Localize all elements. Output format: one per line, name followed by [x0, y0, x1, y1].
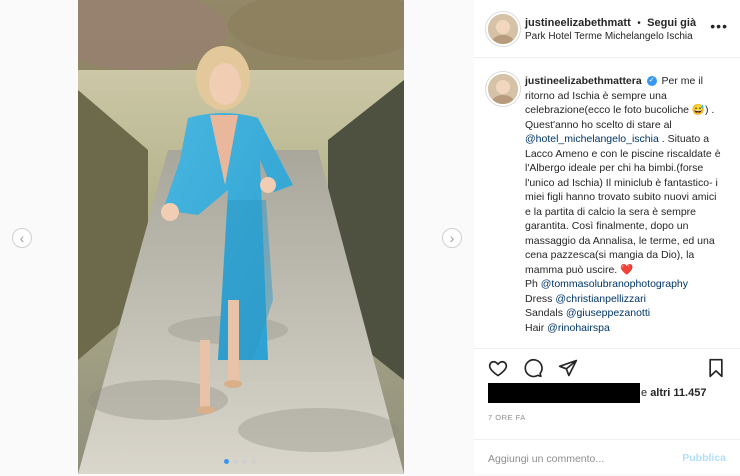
credit-label: Dress [525, 292, 556, 305]
mention-link[interactable]: @rinohairspa [547, 322, 610, 334]
post-header: justineelizabethmatt • Segui già Park Ho… [474, 0, 740, 58]
carousel-next-button[interactable]: › [442, 228, 462, 248]
avatar[interactable] [486, 12, 520, 46]
instagram-post: ‹ › justineelizabethmatt • Segui già Par… [0, 0, 740, 474]
comment-button[interactable] [523, 358, 543, 383]
carousel-dot [251, 459, 256, 464]
bookmark-icon [709, 358, 723, 378]
media-panel: ‹ › [0, 0, 475, 474]
mention-link[interactable]: @hotel_michelangelo_ischia [525, 133, 659, 145]
chevron-right-icon: › [449, 230, 455, 246]
likes-count[interactable]: e altri 11.457 [641, 387, 706, 399]
post-timestamp[interactable]: 7 ORE FA [488, 413, 526, 422]
carousel-dot [224, 459, 229, 464]
redacted-likers [488, 383, 640, 403]
comment-input[interactable] [486, 449, 680, 469]
likes-number: altri 11.457 [650, 387, 707, 399]
mention-link[interactable]: @christianpellizzari [555, 293, 646, 305]
mention-link[interactable]: @tommasolubranophotography [541, 278, 688, 290]
verified-badge-icon: ✓ [646, 76, 657, 87]
caption-avatar[interactable] [486, 72, 520, 106]
credit-label: Ph [525, 278, 541, 290]
mention-link[interactable]: @giuseppezanotti [566, 307, 650, 319]
comments-section: justineelizabethmattera ✓ Per me il rito… [474, 58, 740, 348]
likes-prefix: e [641, 387, 648, 399]
more-options-button[interactable]: ••• [710, 18, 728, 34]
carousel-dot [242, 459, 247, 464]
comment-form: Pubblica [474, 439, 740, 476]
like-button[interactable] [488, 358, 508, 383]
avatar-image [488, 14, 518, 44]
header-separator: • [637, 18, 641, 29]
credit-label: Hair [525, 321, 548, 334]
header-username[interactable]: justineelizabethmatt [525, 17, 631, 29]
heart-icon [488, 360, 508, 377]
chevron-left-icon: ‹ [19, 230, 25, 246]
follow-button[interactable]: Segui già [647, 17, 696, 29]
post-actions: e altri 11.457 7 ORE FA Pubblica [474, 348, 740, 475]
post-photo[interactable] [78, 0, 404, 474]
save-button[interactable] [706, 358, 726, 383]
caption-username[interactable]: justineelizabethmattera [525, 75, 642, 87]
photo-illustration [78, 0, 404, 474]
avatar-image [488, 74, 518, 104]
comment-bubble-icon [524, 358, 543, 378]
ellipsis-icon: ••• [710, 18, 728, 34]
credit-label: Sandals [525, 307, 566, 319]
carousel-dot [233, 459, 238, 464]
post-sidebar: justineelizabethmatt • Segui già Park Ho… [474, 0, 740, 474]
caption-text: justineelizabethmattera ✓ Per me il rito… [525, 74, 725, 335]
publish-button[interactable]: Pubblica [682, 452, 726, 464]
carousel-prev-button[interactable]: ‹ [12, 228, 32, 248]
location-link[interactable]: Park Hotel Terme Michelangelo Ischia [525, 31, 693, 42]
share-button[interactable] [558, 358, 578, 383]
paper-plane-icon [558, 359, 578, 377]
header-title-row: justineelizabethmatt • Segui già [525, 13, 696, 31]
carousel-indicator [224, 459, 256, 464]
caption-body-2: . Situato a Lacco Ameno e con le piscine… [525, 133, 721, 276]
